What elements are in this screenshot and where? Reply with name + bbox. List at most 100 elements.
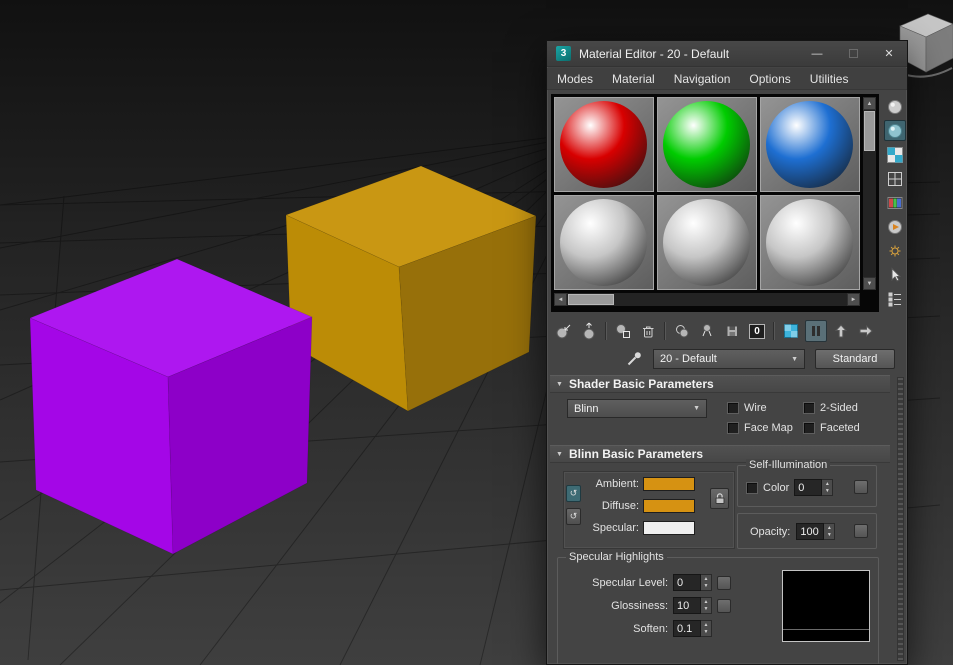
specular-color-swatch[interactable]: [643, 521, 695, 535]
sample-slot[interactable]: [760, 97, 860, 192]
spinner-down-icon[interactable]: ▼: [701, 629, 711, 637]
opacity-spinner[interactable]: 100 ▲ ▼: [796, 523, 836, 540]
wire-checkbox[interactable]: [727, 402, 739, 414]
make-material-copy-button[interactable]: [671, 320, 693, 342]
maximize-button[interactable]: [835, 41, 871, 66]
window-title: Material Editor - 20 - Default: [579, 46, 730, 61]
minimize-button[interactable]: —: [799, 41, 835, 66]
close-button[interactable]: ✕: [871, 41, 907, 66]
glossiness-map-button[interactable]: [717, 598, 731, 613]
put-to-library-button[interactable]: [721, 320, 743, 342]
material-name-dropdown[interactable]: 20 - Default ▼: [653, 349, 805, 369]
material-name-row: 20 - Default ▼ Standard: [553, 349, 905, 369]
self-illumination-map-button[interactable]: [854, 480, 868, 494]
sample-vertical-scrollbar[interactable]: ▲ ▼: [863, 97, 876, 290]
glossiness-spinner[interactable]: 10 ▲ ▼: [673, 597, 712, 614]
soften-spinner[interactable]: 0.1 ▲ ▼: [673, 620, 712, 637]
shader-type-dropdown[interactable]: Blinn ▼: [567, 399, 707, 418]
spinner-down-icon[interactable]: ▼: [822, 488, 832, 496]
rollout-scrollbar[interactable]: [897, 377, 904, 661]
spinner-value: 100: [796, 523, 825, 540]
two-sided-checkbox[interactable]: [803, 402, 815, 414]
assign-material-to-selection-button[interactable]: [612, 320, 634, 342]
options-button[interactable]: [884, 240, 906, 261]
specular-level-spinner[interactable]: 0 ▲ ▼: [673, 574, 712, 591]
sample-slot[interactable]: [760, 195, 860, 290]
rollout-blinn-basic-parameters[interactable]: ▼ Blinn Basic Parameters: [550, 445, 890, 463]
self-illum-color-checkbox[interactable]: [746, 481, 758, 494]
menu-modes[interactable]: Modes: [557, 72, 593, 86]
sample-uv-tiling-button[interactable]: [884, 168, 906, 189]
arrow-up-icon: [834, 324, 848, 338]
scroll-down-icon[interactable]: ▼: [863, 277, 876, 290]
lock-diffuse-specular-button[interactable]: ↺: [566, 508, 581, 525]
background-icon: [887, 146, 903, 163]
self-illumination-spinner[interactable]: 0 ▲ ▼: [794, 479, 834, 496]
go-forward-to-sibling-button[interactable]: [855, 320, 877, 342]
backlight-icon: [888, 123, 902, 138]
title-bar[interactable]: 3 Material Editor - 20 - Default — ✕: [547, 41, 907, 67]
toolbar-separator: [664, 322, 666, 340]
specular-level-map-button[interactable]: [717, 575, 731, 590]
scroll-up-icon[interactable]: ▲: [863, 97, 876, 110]
app-logo-icon: 3: [556, 46, 571, 61]
rollout-title: Shader Basic Parameters: [568, 377, 714, 391]
video-color-check-button[interactable]: [884, 192, 906, 213]
spinner-up-icon[interactable]: ▲: [701, 575, 711, 583]
sample-type-button[interactable]: [884, 96, 906, 117]
two-sided-label: 2-Sided: [820, 402, 858, 414]
menu-navigation[interactable]: Navigation: [674, 72, 731, 86]
gold-cube[interactable]: [285, 165, 537, 412]
menu-options[interactable]: Options: [749, 72, 790, 86]
eyedropper-icon: [627, 352, 641, 366]
material-id-channel-button[interactable]: 0: [746, 320, 768, 342]
vertical-scroll-thumb[interactable]: [864, 111, 875, 151]
spinner-down-icon[interactable]: ▼: [824, 532, 834, 540]
spinner-up-icon[interactable]: ▲: [824, 524, 834, 532]
material-map-navigator-button[interactable]: [884, 288, 906, 309]
get-material-button[interactable]: [553, 320, 575, 342]
spinner-down-icon[interactable]: ▼: [701, 606, 711, 614]
lock-ambient-diffuse-button[interactable]: ↺: [566, 485, 581, 502]
viewport[interactable]: 3 Material Editor - 20 - Default — ✕ Mod…: [0, 0, 953, 665]
glossiness-label: Glossiness:: [611, 599, 668, 612]
diffuse-color-swatch[interactable]: [643, 499, 695, 513]
sample-slot[interactable]: [657, 195, 757, 290]
make-preview-button[interactable]: [884, 216, 906, 237]
spinner-value: 10: [673, 597, 701, 614]
purple-cube[interactable]: [29, 258, 313, 555]
scroll-left-icon[interactable]: ◄: [554, 293, 567, 306]
material-type-button[interactable]: Standard: [815, 349, 895, 369]
show-shaded-material-in-viewport-button[interactable]: [780, 320, 802, 342]
shader-type-value: Blinn: [574, 402, 599, 415]
menu-material[interactable]: Material: [612, 72, 655, 86]
backlight-button[interactable]: [884, 120, 906, 141]
put-material-to-scene-button[interactable]: [578, 320, 600, 342]
go-to-parent-button[interactable]: [830, 320, 852, 342]
pick-material-button[interactable]: [623, 349, 645, 369]
ambient-color-swatch[interactable]: [643, 477, 695, 491]
horizontal-scroll-thumb[interactable]: [568, 294, 614, 305]
face-map-checkbox[interactable]: [727, 422, 739, 434]
spinner-up-icon[interactable]: ▲: [701, 621, 711, 629]
faceted-checkbox[interactable]: [803, 422, 815, 434]
sample-slot[interactable]: [657, 97, 757, 192]
show-end-result-button[interactable]: [805, 320, 827, 342]
spinner-up-icon[interactable]: ▲: [701, 598, 711, 606]
make-unique-icon: [702, 324, 712, 337]
sample-horizontal-scrollbar[interactable]: ◄ ►: [554, 293, 860, 306]
sample-slot[interactable]: [554, 97, 654, 192]
select-by-material-button[interactable]: [884, 264, 906, 285]
get-material-icon: [556, 324, 571, 339]
opacity-map-button[interactable]: [854, 524, 868, 538]
menu-utilities[interactable]: Utilities: [810, 72, 849, 86]
spinner-up-icon[interactable]: ▲: [822, 480, 832, 488]
ambient-diffuse-lock-button[interactable]: [710, 488, 729, 509]
sample-slot[interactable]: [554, 195, 654, 290]
spinner-down-icon[interactable]: ▼: [701, 583, 711, 591]
scroll-right-icon[interactable]: ►: [847, 293, 860, 306]
reset-map-mtl-button[interactable]: [637, 320, 659, 342]
rollout-shader-basic-parameters[interactable]: ▼ Shader Basic Parameters: [550, 375, 890, 393]
make-unique-button[interactable]: [696, 320, 718, 342]
background-button[interactable]: [884, 144, 906, 165]
